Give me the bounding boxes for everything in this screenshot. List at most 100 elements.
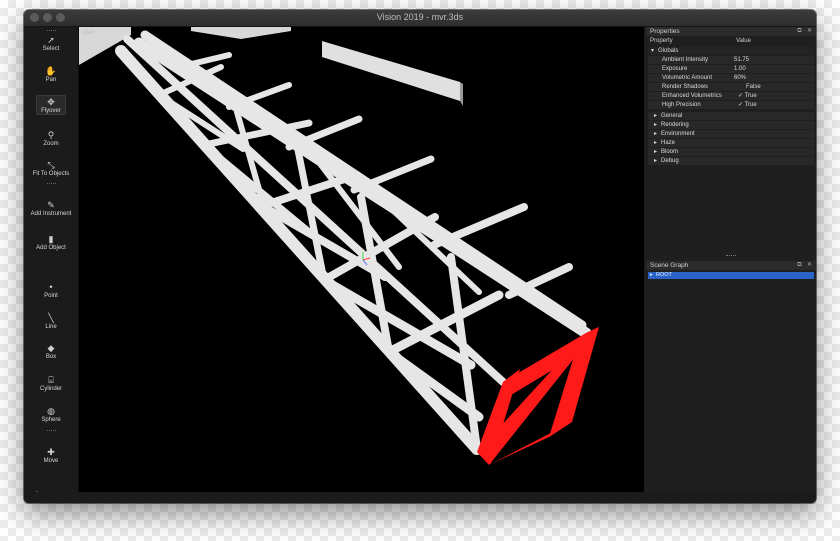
hand-icon: ✋	[45, 66, 57, 76]
expand-arrow-icon: ▸	[654, 131, 658, 137]
property-row[interactable]: Ambient Intensity 51.75	[648, 56, 814, 64]
3d-viewport[interactable]: User	[79, 27, 644, 492]
sphere-icon: ◍	[47, 406, 55, 416]
truss-render	[79, 27, 599, 465]
section-bloom[interactable]: ▸ Bloom	[648, 148, 814, 156]
panel-splitter[interactable]	[726, 255, 736, 256]
close-panel-icon[interactable]: ✕	[806, 261, 813, 270]
tool-label: Add Instrument	[30, 211, 72, 217]
close-panel-icon[interactable]: ✕	[806, 27, 813, 36]
expand-arrow-icon: ▸	[654, 149, 658, 155]
line-icon: ╲	[48, 313, 54, 323]
property-value[interactable]: ✓ True	[738, 101, 757, 109]
tool-label: Sphere	[41, 417, 61, 423]
expand-arrow-icon: ▸	[654, 158, 658, 164]
tool-move[interactable]: ✚ Move	[24, 446, 78, 464]
section-environment[interactable]: ▸ Environment	[648, 130, 814, 138]
scene-graph-root-label: ROOT	[656, 272, 672, 278]
tool-label: Line	[45, 324, 57, 330]
cursor-icon: ➚	[47, 35, 55, 45]
toolbar-grip[interactable]	[47, 30, 56, 33]
background-beam	[322, 41, 460, 101]
expand-arrow-icon: ▸	[654, 122, 658, 128]
tool-label: Box	[45, 354, 57, 360]
tool-sphere[interactable]: ◍ Sphere	[24, 405, 78, 423]
expand-arrow-icon: ▾	[651, 48, 655, 54]
property-value[interactable]: ✓ True	[738, 92, 757, 100]
window-title: Vision 2019 - mvr.3ds	[376, 12, 464, 22]
cylinder-icon: ⌸	[48, 375, 54, 385]
tool-label: Move	[43, 458, 59, 464]
properties-header: Properties ⧉ ✕	[646, 27, 816, 36]
tool-add-object[interactable]: ▮ Add Object	[24, 233, 78, 251]
properties-panel: Properties ⧉ ✕ Property Value ▾ Globals …	[646, 27, 816, 503]
property-name: Enhanced Volumetrics	[662, 93, 722, 99]
property-row[interactable]: Render Shadows False	[648, 83, 814, 91]
tool-label: Add Object	[36, 245, 66, 251]
section-label: Bloom	[661, 149, 679, 155]
point-icon: •	[49, 282, 53, 292]
section-haze[interactable]: ▸ Haze	[648, 139, 814, 147]
properties-columns: Property Value	[648, 37, 814, 46]
property-name: High Precision	[662, 102, 701, 108]
box-icon: ◆	[47, 343, 55, 353]
toolbar-grip[interactable]	[47, 183, 56, 186]
property-row[interactable]: Volumetric Amount 60%	[648, 74, 814, 82]
section-label: Rendering	[661, 122, 689, 128]
column-value: Value	[736, 38, 751, 44]
tool-box[interactable]: ◆ Box	[24, 342, 78, 360]
section-debug[interactable]: ▸ Debug	[648, 157, 814, 165]
section-label: Haze	[661, 140, 676, 146]
property-value[interactable]: 60%	[734, 74, 746, 82]
object-icon: ▮	[48, 234, 54, 244]
tool-fit-to-objects[interactable]: ⤡ Fit To Objects	[24, 159, 78, 177]
expand-arrow-icon: ▸	[654, 113, 658, 119]
tool-add-instrument[interactable]: ✎ Add Instrument	[24, 199, 78, 217]
title-bar: Vision 2019 - mvr.3ds	[24, 10, 816, 27]
section-general[interactable]: ▸ General	[648, 112, 814, 120]
property-row[interactable]: High Precision ✓ True	[648, 101, 814, 109]
section-label: Environment	[661, 131, 695, 137]
globals-section[interactable]: ▾ Globals	[648, 47, 814, 55]
status-strip	[24, 492, 816, 503]
expand-arrow-icon: ▸	[654, 140, 658, 146]
property-name: Ambient Intensity	[662, 57, 709, 63]
tool-flyover[interactable]: ✥ Flyover	[36, 95, 66, 115]
property-row[interactable]: Enhanced Volumetrics ✓ True	[648, 92, 814, 100]
tool-line[interactable]: ╲ Line	[24, 312, 78, 330]
property-value[interactable]: 51.75	[734, 56, 749, 64]
toolbar-grip[interactable]	[47, 430, 56, 433]
section-label: Debug	[661, 158, 679, 164]
zoom-icon: ⚲	[47, 130, 55, 140]
property-name: Exposure	[662, 66, 688, 72]
float-panel-icon[interactable]: ⧉	[796, 27, 803, 36]
background-beam	[191, 27, 291, 39]
tool-select[interactable]: ➚ Select	[24, 34, 78, 52]
move-icon: ✚	[47, 447, 55, 457]
property-row[interactable]: Exposure 1.00	[648, 65, 814, 73]
tool-label: Point	[44, 293, 58, 299]
tool-label: Select	[42, 46, 60, 52]
property-value[interactable]: False	[746, 83, 761, 91]
section-rendering[interactable]: ▸ Rendering	[648, 121, 814, 129]
tool-palette: ➚ Select ✋ Pan ✥ Flyover ⚲ Zoom ⤡ Fit To…	[24, 27, 79, 503]
tool-pan[interactable]: ✋ Pan	[24, 65, 78, 83]
tool-label: Pan	[45, 77, 57, 83]
tool-label: Cylinder	[39, 386, 62, 392]
tool-point[interactable]: • Point	[24, 281, 78, 299]
scene-graph-header: Scene Graph ⧉ ✕	[646, 261, 816, 270]
property-value[interactable]: 1.00	[734, 65, 746, 73]
float-panel-icon[interactable]: ⧉	[796, 261, 803, 270]
property-name: Volumetric Amount	[662, 75, 713, 81]
tool-zoom[interactable]: ⚲ Zoom	[24, 129, 78, 147]
scene-graph-root[interactable]: ▸ ROOT	[648, 272, 814, 279]
section-label: Globals	[658, 48, 679, 54]
section-label: General	[661, 113, 683, 119]
scene-graph-title: Scene Graph	[650, 262, 689, 269]
tool-label: Zoom	[43, 141, 59, 147]
background-beam-side	[460, 82, 463, 106]
expand-arrow-icon: ▸	[650, 272, 653, 278]
tool-cylinder[interactable]: ⌸ Cylinder	[24, 374, 78, 392]
instrument-icon: ✎	[47, 200, 55, 210]
viewport-camera-label[interactable]: User	[82, 30, 95, 36]
